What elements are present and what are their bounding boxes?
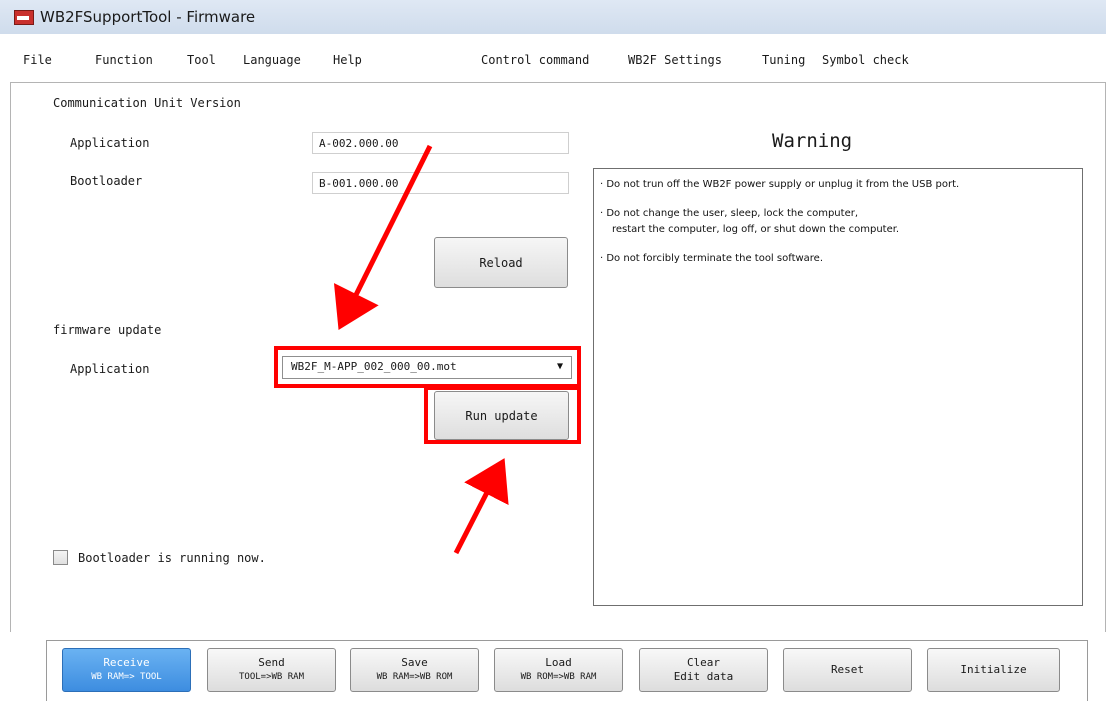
reset-label: Reset: [830, 663, 865, 676]
save-button[interactable]: Save WB RAM=>WB ROM: [350, 648, 479, 692]
save-sublabel: WB RAM=>WB ROM: [376, 672, 453, 682]
receive-sublabel: WB RAM=> TOOL: [91, 672, 162, 682]
send-sublabel: TOOL=>WB RAM: [238, 672, 305, 682]
load-sublabel: WB ROM=>WB RAM: [520, 672, 597, 682]
clear-edit-data-button[interactable]: Clear Edit data: [639, 648, 768, 692]
send-label: Send: [258, 656, 285, 669]
annotation-arrows: [333, 144, 509, 555]
send-button[interactable]: Send TOOL=>WB RAM: [207, 648, 336, 692]
receive-button[interactable]: Receive WB RAM=> TOOL: [62, 648, 191, 692]
reset-button[interactable]: Reset: [783, 648, 912, 692]
clear-sublabel: Edit data: [673, 670, 734, 683]
initialize-button[interactable]: Initialize: [927, 648, 1060, 692]
receive-label: Receive: [103, 656, 150, 669]
save-label: Save: [401, 656, 428, 669]
load-button[interactable]: Load WB ROM=>WB RAM: [494, 648, 623, 692]
clear-label: Clear: [686, 656, 721, 669]
initialize-label: Initialize: [960, 663, 1027, 676]
arrow-to-dropdown: [333, 144, 433, 330]
load-label: Load: [545, 656, 572, 669]
arrow-to-run-update: [453, 458, 509, 555]
